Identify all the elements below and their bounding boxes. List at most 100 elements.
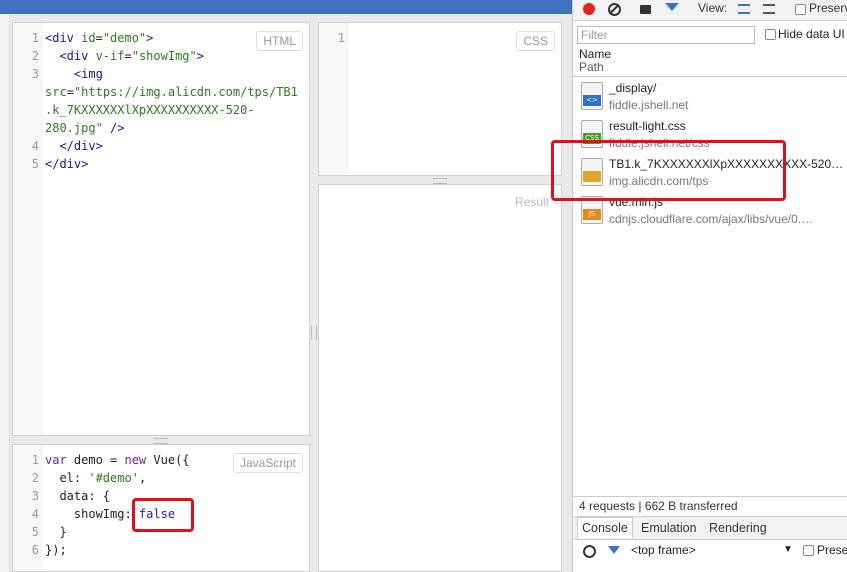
code-line[interactable]: src="https://img.alicdn.com/tps/TB1 — [17, 83, 305, 101]
code-token: new — [124, 453, 147, 467]
code-token: , — [138, 471, 147, 485]
result-panel-label: Result — [508, 193, 555, 211]
tab-console[interactable]: Console — [577, 517, 633, 538]
record-icon[interactable] — [583, 3, 595, 15]
line-number: 1 — [31, 31, 39, 45]
code-token: showImg: — [45, 507, 139, 521]
code-token: = — [124, 49, 132, 63]
code-token: el: — [45, 471, 89, 485]
line-number: 3 — [31, 489, 39, 503]
path-column-label: Path — [579, 60, 604, 74]
result-panel[interactable]: Result — [318, 184, 562, 572]
line-number: 5 — [31, 157, 39, 171]
css-panel[interactable]: 1 CSS — [318, 22, 562, 176]
request-path: cdnjs.cloudflare.com/ajax/libs/vue/0.… — [609, 212, 814, 226]
code-token: </div> — [45, 139, 103, 153]
hide-data-urls-checkbox[interactable] — [765, 29, 776, 40]
css-panel-resize-handle[interactable] — [318, 176, 562, 184]
video-camera-icon[interactable] — [640, 5, 651, 14]
vertical-splitter-handle[interactable] — [311, 326, 317, 340]
false-value-highlight — [132, 498, 194, 532]
request-name: result-light.css — [609, 119, 686, 133]
filter-input[interactable]: Filter — [577, 26, 755, 44]
line-number: 2 — [31, 471, 39, 485]
image-request-highlight — [551, 140, 786, 201]
console-preserve-log-checkbox[interactable] — [803, 545, 814, 556]
code-token: "https://img.alicdn.com/tps/TB1 — [73, 85, 298, 99]
line-number: 3 — [31, 67, 39, 81]
code-line[interactable]: 280.jpg" /> — [17, 119, 305, 137]
code-line[interactable]: 6}); — [17, 541, 305, 559]
code-token: = — [95, 31, 103, 45]
line-number — [17, 101, 45, 119]
request-row[interactable]: <> _display/fiddle.jshell.net — [573, 78, 847, 116]
chevron-down-icon[interactable]: ▼ — [783, 544, 793, 555]
html-panel[interactable]: 1 <div id="demo"> 2 <div v-if="showImg"> 3 … — [12, 22, 310, 436]
network-summary: 4 requests | 662 B transferred — [579, 499, 738, 513]
filter-bar: Filter Hide data UI — [573, 22, 847, 44]
code-token: demo = — [66, 453, 125, 467]
code-token: <div — [45, 49, 96, 63]
console-preserve-log-label: Prese — [817, 543, 847, 557]
code-line[interactable]: 4 </div> — [17, 137, 305, 155]
line-number — [17, 119, 45, 137]
code-token: = — [66, 85, 74, 99]
html-panel-label: HTML — [256, 31, 303, 51]
frame-select[interactable]: <top frame> — [631, 543, 696, 557]
console-filter-icon[interactable] — [608, 546, 620, 554]
html-doc-icon: <> — [581, 82, 603, 110]
waterfall-view-icon[interactable] — [763, 4, 775, 14]
css-panel-label: CSS — [516, 31, 555, 51]
list-view-icon[interactable] — [738, 4, 750, 14]
preserve-log-label: Preserv — [809, 1, 847, 15]
javascript-panel-label: JavaScript — [232, 453, 303, 473]
code-token: > — [196, 49, 204, 63]
line-number: 5 — [31, 525, 39, 539]
drawer-tab-bar: Console Emulation Rendering — [573, 516, 847, 540]
devtools-toolbar: View: Preserv — [573, 0, 847, 21]
code-token: .k_7KXXXXXXlXpXXXXXXXXXX-520- — [45, 103, 255, 117]
line-number — [17, 83, 45, 101]
preserve-log-checkbox[interactable] — [795, 4, 806, 15]
code-token: 280.jpg" — [45, 121, 103, 135]
code-token: <div — [45, 31, 82, 45]
code-token: <img — [45, 67, 103, 81]
code-line[interactable]: .k_7KXXXXXXlXpXXXXXXXXXX-520- — [17, 101, 305, 119]
column-header[interactable]: Name Path — [579, 48, 611, 74]
html-panel-resize-handle[interactable] — [12, 436, 310, 444]
tab-emulation[interactable]: Emulation — [641, 521, 697, 535]
code-token: "showImg" — [131, 49, 197, 63]
code-token: '#demo' — [88, 471, 139, 485]
console-toolbar: <top frame> ▼ Prese — [573, 540, 847, 562]
hide-data-urls-label: Hide data UI — [778, 27, 845, 41]
code-line[interactable]: 3 <img — [17, 65, 305, 83]
line-number: 1 — [337, 31, 345, 45]
clear-console-icon[interactable] — [583, 545, 596, 558]
request-name: _display/ — [609, 81, 657, 95]
tab-rendering[interactable]: Rendering — [709, 521, 767, 535]
code-token: Vue({ — [146, 453, 190, 467]
code-token: } — [45, 525, 67, 539]
line-number: 4 — [31, 139, 39, 153]
code-token: > — [146, 31, 154, 45]
code-line[interactable]: 5 </div> — [17, 155, 305, 173]
line-number: 2 — [31, 49, 39, 63]
line-number: 6 — [31, 543, 39, 557]
request-path: fiddle.jshell.net — [609, 98, 689, 112]
line-number: 1 — [31, 453, 39, 467]
devtools-network-panel: View: Preserv Filter Hide data UI Name P… — [572, 0, 847, 572]
view-label: View: — [698, 1, 728, 15]
code-token: }); — [45, 543, 67, 557]
code-token: </div> — [45, 157, 89, 171]
code-token: data: { — [45, 489, 111, 503]
browser-top-bar — [0, 0, 572, 14]
code-token: "demo" — [102, 31, 147, 45]
code-token: id — [81, 31, 96, 45]
code-token: v-if — [95, 49, 125, 63]
filter-icon[interactable] — [665, 3, 679, 11]
code-token: var — [45, 453, 67, 467]
code-token: /> — [102, 121, 125, 135]
line-number: 4 — [31, 507, 39, 521]
code-token: src — [45, 85, 67, 99]
clear-icon[interactable] — [608, 3, 621, 16]
